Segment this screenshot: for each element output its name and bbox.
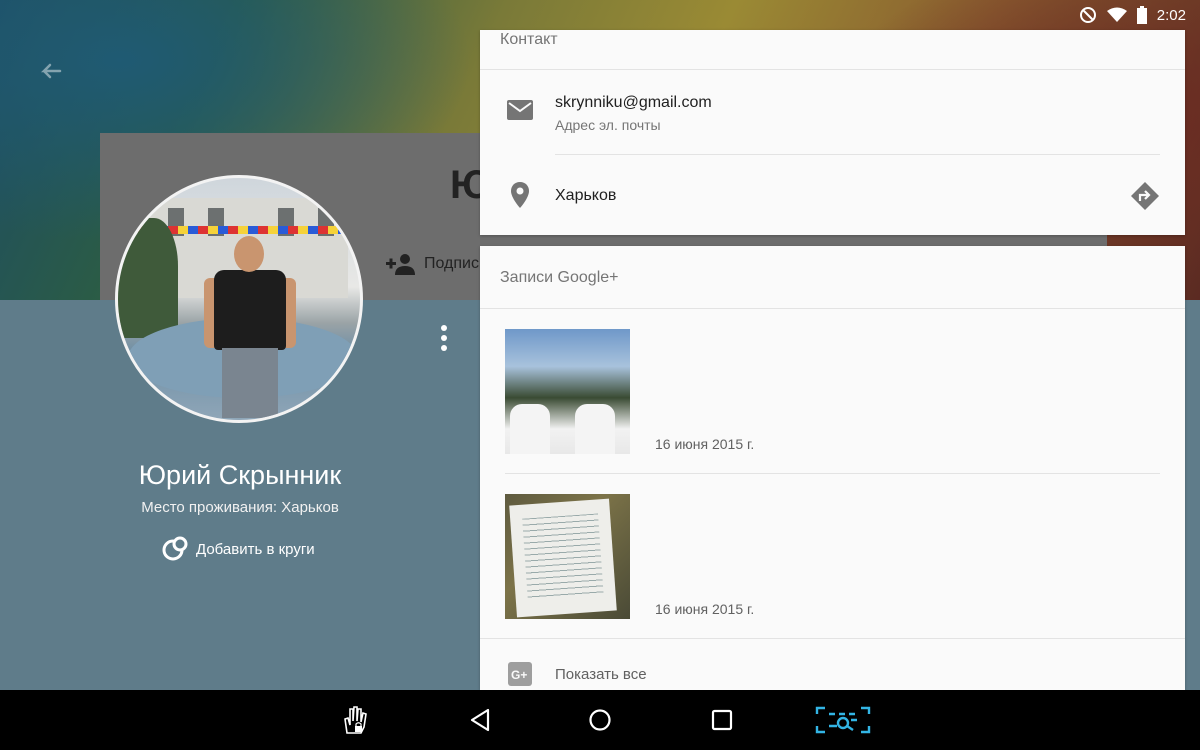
recents-square-icon [711, 709, 733, 731]
status-bar: 2:02 [1000, 0, 1200, 30]
home-button[interactable] [582, 690, 618, 750]
home-circle-icon [589, 709, 611, 731]
add-to-circles-label: Добавить в круги [196, 540, 315, 558]
post-thumbnail[interactable] [505, 329, 630, 454]
show-all-link[interactable]: Показать все [555, 666, 647, 683]
location-pin-icon [511, 182, 529, 208]
email-icon [507, 100, 533, 120]
back-button[interactable] [462, 690, 498, 750]
circles-icon [162, 536, 188, 561]
status-time: 2:02 [1156, 6, 1186, 24]
posts-card-title: Записи Google+ [500, 269, 619, 286]
email-address[interactable]: skrynniku@gmail.com [555, 94, 712, 112]
recents-button[interactable] [704, 690, 740, 750]
back-triangle-icon [470, 708, 490, 732]
profile-residence: Место проживания: Харьков [141, 499, 339, 516]
hand-lock-icon [344, 706, 367, 734]
more-options-icon[interactable] [434, 322, 454, 356]
navigation-bar [0, 690, 1200, 750]
follow-label: Подпис [424, 255, 479, 272]
back-arrow-icon[interactable] [36, 58, 64, 86]
wifi-icon [1106, 7, 1127, 22]
contact-card-title: Контакт [500, 31, 558, 48]
screenshot-icon [815, 706, 871, 734]
add-person-icon [386, 254, 415, 275]
post-date: 16 июня 2015 г. [655, 601, 755, 617]
location-text[interactable]: Харьков [555, 187, 616, 205]
google-plus-posts-card: Записи Google+ 16 июня 2015 г. 16 июня 2… [480, 246, 1185, 690]
google-plus-icon: G+ [508, 662, 532, 686]
post-date: 16 июня 2015 г. [655, 436, 755, 452]
do-not-disturb-icon [1079, 7, 1096, 23]
directions-icon[interactable] [1131, 182, 1159, 210]
follow-button[interactable]: Подпис [386, 253, 479, 275]
screen-capture-button[interactable] [814, 690, 872, 750]
post-thumbnail[interactable] [505, 494, 630, 619]
profile-avatar[interactable] [115, 175, 363, 423]
add-to-circles-button[interactable]: Добавить в круги [162, 536, 315, 562]
profile-name: Юрий Скрынник [138, 460, 342, 490]
email-label: Адрес эл. почты [555, 117, 661, 133]
gesture-lock-button[interactable] [336, 690, 376, 750]
contact-card: Контакт skrynniku@gmail.com Адрес эл. по… [480, 30, 1185, 235]
battery-icon [1136, 6, 1147, 24]
svg-text:G+: G+ [511, 668, 527, 682]
